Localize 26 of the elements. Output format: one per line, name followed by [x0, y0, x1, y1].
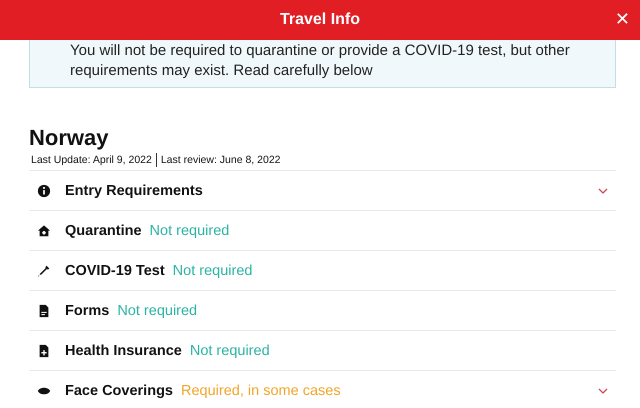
syringe-icon [37, 264, 51, 278]
status-text: Not required [172, 262, 252, 278]
requirement-row[interactable]: Entry Requirements [29, 170, 616, 210]
country-name: Norway [29, 125, 110, 151]
last-update-text: Last Update: April 9, 2022 [31, 154, 152, 166]
status-text: Required, in some cases [181, 382, 341, 398]
requirement-row[interactable]: Face Coverings Required, in some cases [29, 370, 616, 408]
requirement-label: Forms [65, 302, 110, 318]
chevron-down-icon[interactable] [598, 388, 608, 394]
dialog-title: Travel Info [280, 11, 360, 29]
requirement-label: Health Insurance [65, 342, 182, 358]
close-button[interactable]: ✕ [612, 8, 632, 32]
house-icon [37, 224, 51, 238]
document-icon [37, 304, 51, 318]
medical-document-icon [37, 344, 51, 358]
status-text: Not required [150, 222, 230, 238]
requirement-label: Face Coverings [65, 382, 173, 398]
requirement-label: COVID-19 Test [65, 262, 165, 278]
notice-text: You will not be required to quarantine or provide a COVID-19 test, but other requirements may exist. Read carefully below [70, 41, 571, 81]
chevron-down-icon[interactable] [598, 188, 608, 194]
requirement-label: Quarantine [65, 222, 142, 238]
status-text: Not required [117, 302, 198, 318]
status-text: Not required [190, 342, 270, 358]
last-review-text: Last review: June 8, 2022 [160, 154, 281, 166]
requirement-label: Entry Requirements [65, 182, 203, 198]
info-icon [37, 184, 51, 198]
